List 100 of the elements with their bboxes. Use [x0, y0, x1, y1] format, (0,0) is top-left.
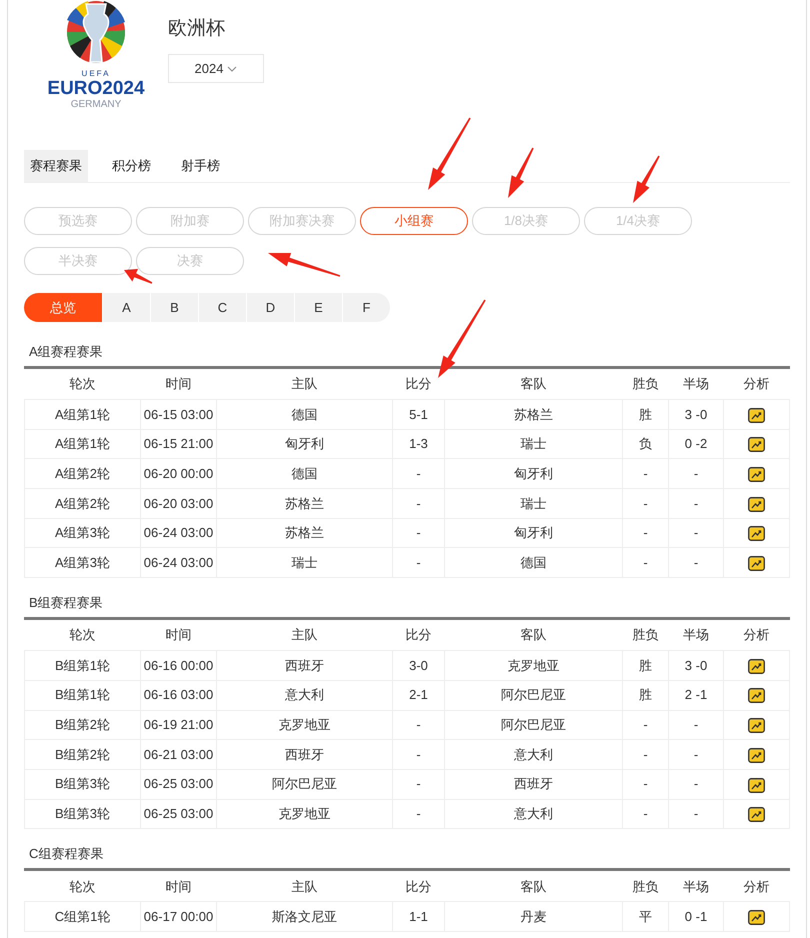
table-cell: 匈牙利 [444, 518, 622, 548]
table-cell: 瑞士 [444, 429, 622, 459]
column-header: 分析 [724, 618, 790, 651]
column-header: 半场 [668, 870, 724, 902]
group-tab[interactable]: C [199, 293, 247, 322]
table-cell: - [622, 710, 668, 740]
table-cell: - [668, 769, 724, 800]
column-header: 时间 [140, 368, 216, 400]
analysis-chart-icon[interactable] [748, 556, 765, 572]
group-tab[interactable]: B [151, 293, 199, 322]
table-cell: 3 -0 [668, 650, 724, 680]
table-cell: 丹麦 [444, 902, 622, 932]
table-cell: 06-21 03:00 [140, 740, 216, 770]
tab[interactable]: 射手榜 [175, 150, 226, 182]
table-cell: C组第1轮 [24, 902, 140, 932]
table-cell: 苏格兰 [216, 488, 392, 518]
analysis-chart-icon[interactable] [748, 437, 765, 452]
column-header: 胜负 [622, 618, 668, 651]
table-cell: 5-1 [392, 400, 444, 430]
analysis-chart-icon[interactable] [748, 526, 765, 542]
column-header: 主队 [216, 870, 392, 902]
analysis-chart-icon[interactable] [748, 748, 765, 763]
table-cell: - [622, 458, 668, 489]
table-cell: 克罗地亚 [216, 799, 392, 829]
tab[interactable]: 积分榜 [106, 150, 157, 182]
group-tab[interactable]: A [103, 293, 151, 322]
table-cell: - [392, 740, 444, 770]
table-cell: - [668, 710, 724, 740]
table-cell: 德国 [216, 400, 392, 430]
column-header: 客队 [444, 618, 622, 651]
column-header: 分析 [724, 870, 790, 902]
analysis-chart-icon[interactable] [748, 718, 765, 734]
annotation-arrow [508, 148, 534, 198]
table-cell: - [668, 458, 724, 489]
group-tab[interactable]: E [295, 293, 343, 322]
table-cell: 平 [622, 902, 668, 932]
column-header: 比分 [392, 618, 444, 651]
analysis-chart-icon[interactable] [748, 807, 765, 822]
section-title: B组赛程赛果 [29, 594, 104, 612]
column-header: 胜负 [622, 368, 668, 400]
table-cell: - [622, 488, 668, 518]
table-cell: - [622, 799, 668, 829]
column-header: 主队 [216, 368, 392, 400]
table-cell: 克罗地亚 [216, 710, 392, 740]
column-header: 时间 [140, 870, 216, 902]
table-cell: 0 -2 [668, 429, 724, 459]
analysis-chart-icon[interactable] [748, 408, 765, 423]
table-cell: - [668, 548, 724, 578]
group-tab[interactable]: D [247, 293, 295, 322]
table-cell: - [392, 799, 444, 829]
table-cell: A组第2轮 [24, 458, 140, 489]
logo-subtitle: GERMANY [70, 99, 122, 111]
table-cell: - [668, 799, 724, 829]
table-cell: - [668, 518, 724, 548]
table-cell: 苏格兰 [216, 518, 392, 548]
season-dropdown[interactable]: 2024 [168, 54, 264, 83]
table-cell: 1-3 [392, 429, 444, 459]
table-cell: 阿尔巴尼亚 [444, 710, 622, 740]
group-tab[interactable]: F [343, 293, 391, 322]
analysis-chart-icon[interactable] [748, 688, 765, 704]
column-header: 客队 [444, 368, 622, 400]
table-cell: - [622, 518, 668, 548]
table-cell: 06-25 03:00 [140, 799, 216, 829]
analysis-chart-icon[interactable] [748, 658, 765, 674]
table-cell: 西班牙 [216, 740, 392, 770]
table-cell: 西班牙 [444, 769, 622, 800]
table-cell: 胜 [622, 400, 668, 430]
section-title: A组赛程赛果 [29, 343, 104, 361]
column-header: 半场 [668, 368, 724, 400]
column-header: 轮次 [24, 368, 140, 400]
table-cell: 意大利 [444, 740, 622, 770]
analysis-chart-icon[interactable] [748, 778, 765, 793]
analysis-chart-icon[interactable] [748, 496, 765, 512]
annotation-arrow [633, 156, 660, 203]
table-cell: A组第1轮 [24, 400, 140, 430]
table-cell: 瑞士 [444, 488, 622, 518]
table-cell: B组第1轮 [24, 680, 140, 710]
table-cell: - [392, 458, 444, 489]
table-cell: - [622, 740, 668, 770]
table-cell: 阿尔巴尼亚 [444, 680, 622, 710]
table-cell: A组第3轮 [24, 548, 140, 578]
table-cell: - [392, 710, 444, 740]
analysis-chart-icon[interactable] [748, 910, 765, 925]
table-cell: 克罗地亚 [444, 650, 622, 680]
table-cell: - [622, 548, 668, 578]
table-cell: 3-0 [392, 650, 444, 680]
table-cell: 意大利 [444, 799, 622, 829]
table-cell: 瑞士 [216, 548, 392, 578]
table-cell: B组第2轮 [24, 740, 140, 770]
table-cell: B组第3轮 [24, 769, 140, 800]
table-cell: 阿尔巴尼亚 [216, 769, 392, 800]
table-cell: 06-24 03:00 [140, 548, 216, 578]
table-cell: 胜 [622, 650, 668, 680]
table-cell: - [392, 488, 444, 518]
table-cell: - [392, 769, 444, 800]
tab[interactable]: 赛程赛果 [24, 150, 88, 182]
table-cell: 德国 [216, 458, 392, 489]
table-cell: A组第2轮 [24, 488, 140, 518]
analysis-chart-icon[interactable] [748, 467, 765, 482]
table-cell: - [392, 518, 444, 548]
